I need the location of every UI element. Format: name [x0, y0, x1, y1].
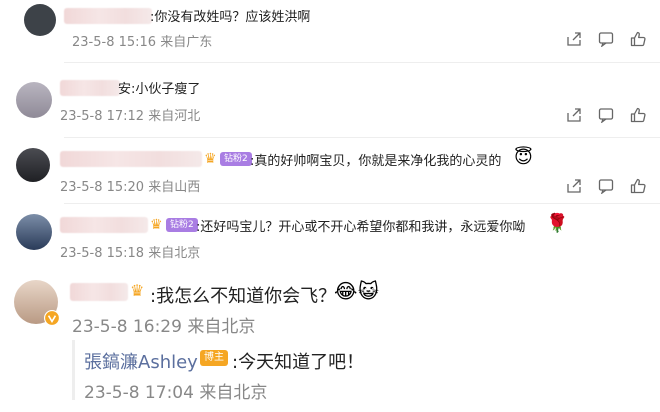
- rose-emoji-icon: 🌹: [546, 213, 569, 234]
- reply-text: :今天知道了吧！: [232, 352, 365, 373]
- share-icon[interactable]: [566, 178, 582, 194]
- crown-icon: ♛: [204, 151, 217, 167]
- comment-text: :还好吗宝儿？开心或不开心希望你都和我讲，永远爱你呦: [196, 220, 526, 235]
- comment-text: :你没有改姓吗？应该姓洪啊: [150, 10, 311, 25]
- divider: [64, 62, 660, 63]
- comment-text: :我怎么不知道你会飞？: [150, 286, 337, 307]
- avatar[interactable]: [24, 4, 56, 36]
- divider: [64, 203, 660, 204]
- share-icon[interactable]: [566, 31, 582, 47]
- comment-text: 安:小伙子瘦了: [118, 82, 201, 97]
- halo-emoji-icon: 😇: [514, 147, 533, 168]
- commenter-name-blurred[interactable]: [70, 283, 128, 301]
- comment-meta: 23-5-8 15:20 来自山西: [60, 180, 201, 195]
- commenter-name-blurred[interactable]: [60, 217, 148, 233]
- share-icon[interactable]: [566, 107, 582, 123]
- avatar[interactable]: [16, 214, 52, 250]
- comment-meta: 23-5-8 16:29 来自北京: [72, 317, 256, 337]
- comment-item: ♛ 钻粉2 :还好吗宝儿？开心或不开心希望你都和我讲，永远爱你呦 🌹 23-5-…: [0, 206, 660, 268]
- avatar[interactable]: [16, 148, 50, 182]
- commenter-name-blurred[interactable]: [64, 8, 152, 24]
- reply-meta: 23-5-8 17:04 来自北京: [84, 383, 268, 403]
- cat-emoji-icon: 😺: [358, 279, 379, 303]
- comment-icon[interactable]: [598, 107, 614, 123]
- comment-item: ♛ 钻粉2 :真的好帅啊宝贝，你就是来净化我的心灵的 😇 23-5-8 15:2…: [0, 140, 660, 202]
- commenter-name-blurred[interactable]: [60, 80, 120, 96]
- crown-icon: ♛: [130, 281, 145, 300]
- avatar[interactable]: [16, 82, 52, 118]
- divider: [64, 137, 660, 138]
- like-icon[interactable]: [630, 31, 646, 47]
- like-icon[interactable]: [630, 178, 646, 194]
- verified-badge-icon: [44, 310, 60, 326]
- comment-meta: 23-5-8 17:12 来自河北: [60, 109, 201, 124]
- comment-item: 安:小伙子瘦了 23-5-8 17:12 来自河北: [0, 70, 660, 138]
- comment-meta: 23-5-8 15:16 来自广东: [72, 35, 213, 50]
- commenter-name-blurred[interactable]: [60, 151, 202, 167]
- comment-item: :你没有改姓吗？应该姓洪啊 23-5-8 15:16 来自广东: [0, 0, 660, 62]
- comment-icon[interactable]: [598, 31, 614, 47]
- fan-badge: 钻粉2: [220, 152, 252, 166]
- comment-feed: :你没有改姓吗？应该姓洪啊 23-5-8 15:16 来自广东 安:小伙子瘦了 …: [0, 0, 660, 412]
- laughing-emoji-icon: 😂: [334, 279, 358, 303]
- crown-icon: ♛: [150, 217, 163, 233]
- comment-text: :真的好帅啊宝贝，你就是来净化我的心灵的: [250, 154, 502, 169]
- reply-indent-bar: [72, 340, 75, 400]
- like-icon[interactable]: [630, 107, 646, 123]
- comment-icon[interactable]: [598, 178, 614, 194]
- fan-badge: 钻粉2: [166, 218, 198, 232]
- comment-meta: 23-5-8 15:18 来自北京: [60, 246, 201, 261]
- blogger-badge: 博主: [200, 350, 228, 366]
- reply-author[interactable]: 張鎬濂Ashley: [84, 348, 198, 374]
